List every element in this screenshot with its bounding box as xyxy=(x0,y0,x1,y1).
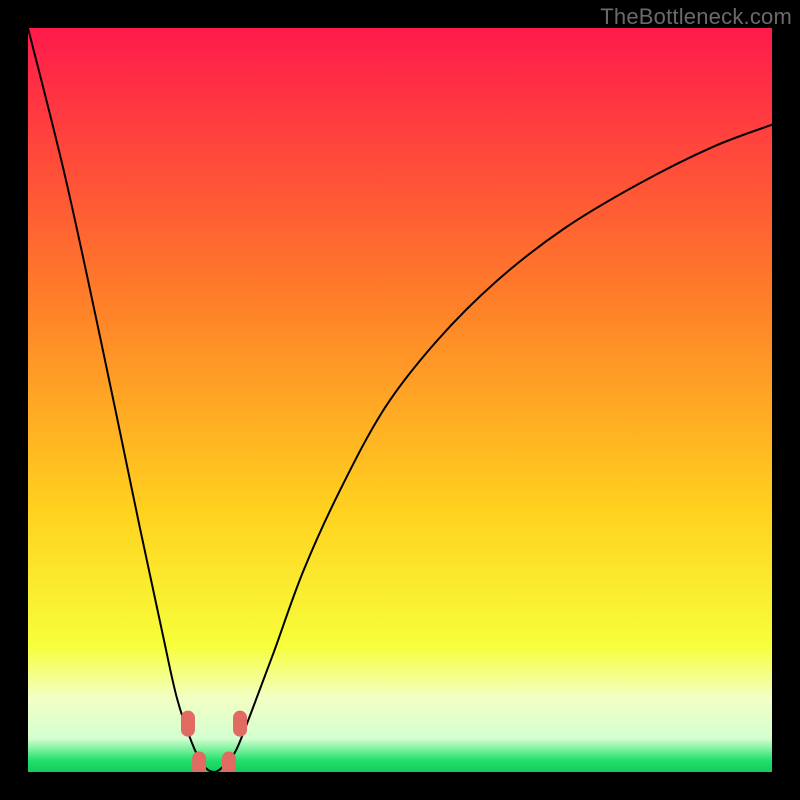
curve-marker xyxy=(222,752,236,772)
curve-marker xyxy=(181,711,195,737)
curve-marker xyxy=(192,752,206,772)
watermark-text: TheBottleneck.com xyxy=(600,4,792,30)
curve-marker xyxy=(233,711,247,737)
bottleneck-chart xyxy=(28,28,772,772)
chart-frame xyxy=(28,28,772,772)
gradient-background xyxy=(28,28,772,772)
